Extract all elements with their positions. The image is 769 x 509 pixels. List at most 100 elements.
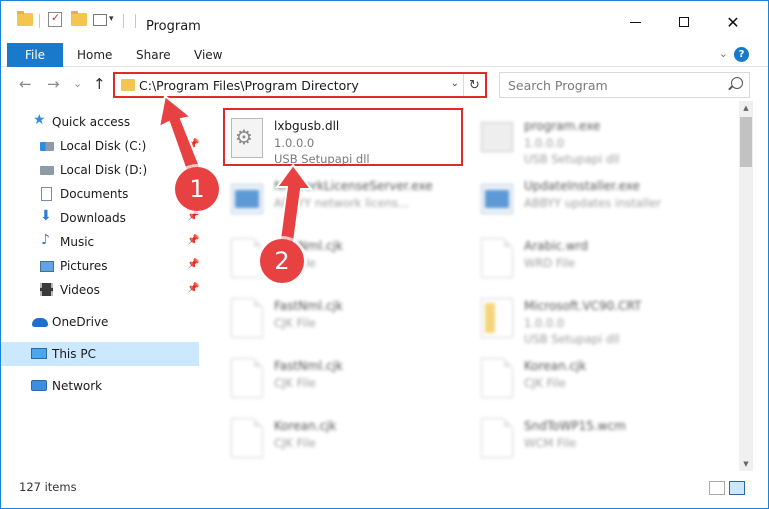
file-tile[interactable]: FastNml.cjk CJK File — [227, 290, 467, 346]
file-tile[interactable]: UpdateInstaller.exe ABBYY updates instal… — [477, 170, 717, 226]
this-pc-icon — [31, 348, 47, 359]
status-bar: 127 items — [1, 473, 768, 508]
sidebar-item-label: Local Disk (D:) — [60, 163, 148, 177]
file-name: SndToWP15.wcm — [524, 419, 626, 433]
recent-locations-button[interactable]: ⌄ — [73, 77, 82, 90]
disk-icon — [40, 142, 54, 151]
sidebar-item-local-disk-d[interactable]: Local Disk (D:) — [1, 158, 199, 182]
file-icon — [231, 418, 263, 458]
ribbon: File Home Share View ⌄ ? — [1, 43, 768, 67]
file-tile[interactable]: Korean.cjk CJK File — [477, 350, 717, 406]
sidebar-item-downloads[interactable]: ⬇ Downloads 📌 — [1, 206, 199, 230]
sidebar-item-music[interactable]: ♪ Music 📌 — [1, 230, 199, 254]
music-icon: ♪ — [41, 232, 50, 248]
sidebar-item-onedrive[interactable]: OneDrive — [1, 310, 199, 334]
file-tile[interactable]: Microsoft.VC90.CRT 1.0.0.0 USB Setupapi … — [477, 290, 717, 346]
pin-icon[interactable]: 📌 — [187, 211, 199, 222]
file-tile[interactable]: Arabic.wrd WRD File — [477, 230, 717, 286]
minimize-button[interactable] — [612, 7, 658, 37]
file-name: UpdateInstaller.exe — [524, 179, 640, 193]
new-folder-icon[interactable] — [71, 11, 87, 26]
sidebar-item-documents[interactable]: Documents 📌 — [1, 182, 199, 206]
back-button[interactable]: ← — [19, 75, 32, 93]
tab-file[interactable]: File — [7, 43, 63, 67]
scroll-up-icon[interactable]: ▲ — [739, 101, 753, 115]
file-type: CJK File — [274, 376, 316, 390]
sidebar-item-videos[interactable]: Videos 📌 — [1, 278, 199, 302]
onedrive-icon — [32, 318, 48, 327]
file-name: FastNml.cjk — [274, 299, 343, 313]
sidebar-item-label: Music — [60, 235, 95, 249]
sidebar-item-network[interactable]: Network — [1, 374, 199, 398]
pin-icon[interactable]: 📌 — [187, 259, 199, 270]
file-type: WCM File — [524, 436, 577, 450]
file-tile[interactable]: Korean.cjk CJK File — [227, 410, 467, 466]
sidebar-item-quick-access[interactable]: ★ Quick access — [1, 110, 199, 134]
close-icon: ✕ — [726, 12, 740, 32]
minimize-icon — [629, 21, 641, 23]
title-bar: ▾ Program ✕ — [1, 1, 768, 41]
file-icon — [231, 238, 263, 278]
search-icon — [731, 77, 743, 89]
sidebar-item-this-pc[interactable]: This PC — [1, 342, 199, 366]
file-tile[interactable]: program.exe 1.0.0.0 USB Setupapi dll — [477, 110, 717, 166]
network-icon — [31, 380, 47, 391]
properties-icon[interactable] — [48, 11, 62, 27]
vertical-scrollbar[interactable]: ▲ ▼ — [739, 101, 753, 471]
tab-view[interactable]: View — [194, 48, 222, 62]
disk-icon — [40, 166, 54, 175]
expand-ribbon-chevron-icon[interactable]: ⌄ — [719, 47, 728, 60]
maximize-icon — [679, 17, 689, 27]
file-icon — [481, 238, 513, 278]
refresh-button[interactable]: ↻ — [463, 74, 485, 96]
file-icon — [481, 418, 513, 458]
forward-button[interactable]: → — [47, 75, 60, 93]
pin-icon[interactable]: 📌 — [187, 235, 199, 246]
scroll-down-icon[interactable]: ▼ — [739, 457, 753, 471]
sidebar-item-label: Local Disk (C:) — [60, 139, 147, 153]
folder-icon — [17, 11, 33, 26]
file-tile[interactable]: NetworkLicenseServer.exe ABBYY network l… — [227, 170, 467, 226]
callout-badge-2: 2 — [260, 239, 304, 283]
file-icon — [481, 358, 513, 398]
navigation-bar: ← → ⌄ ↑ C:\Program Files\Program Directo… — [1, 68, 768, 100]
search-box[interactable]: Search Program — [499, 72, 750, 98]
tiles-view-icon[interactable] — [729, 481, 745, 495]
maximize-button[interactable] — [661, 7, 707, 37]
address-bar[interactable]: C:\Program Files\Program Directory ⌄ ↻ — [113, 72, 487, 98]
scroll-thumb[interactable] — [740, 117, 752, 167]
sidebar-item-label: Pictures — [60, 259, 108, 273]
file-tile[interactable]: FastNml.cjk CJK File — [227, 350, 467, 406]
pin-icon[interactable]: 📌 — [187, 283, 199, 294]
details-view-icon[interactable] — [709, 481, 725, 495]
sidebar-item-pictures[interactable]: Pictures 📌 — [1, 254, 199, 278]
sidebar-item-label: OneDrive — [52, 315, 109, 329]
address-path[interactable]: C:\Program Files\Program Directory — [139, 78, 359, 93]
navigation-pane: ★ Quick access Local Disk (C:) 📌 Local D… — [1, 105, 205, 470]
sidebar-item-label: Documents — [60, 187, 129, 201]
file-name: NetworkLicenseServer.exe — [274, 179, 433, 193]
up-button[interactable]: ↑ — [93, 75, 106, 93]
tab-share[interactable]: Share — [136, 48, 171, 62]
window-title: Program — [146, 19, 201, 34]
sidebar-item-label: Videos — [60, 283, 100, 297]
address-dropdown-icon[interactable]: ⌄ — [451, 78, 459, 89]
file-list: lxbgusb.dll 1.0.0.0 USB Setupapi dll pro… — [209, 101, 737, 471]
file-name: Korean.cjk — [524, 359, 587, 373]
file-explorer-window: ▾ Program ✕ File Home Share View ⌄ ? ← →… — [0, 0, 769, 509]
search-input[interactable]: Search Program — [508, 78, 608, 93]
file-tile[interactable]: SndToWP15.wcm WCM File — [477, 410, 717, 466]
file-name: program.exe — [524, 119, 601, 133]
downloads-icon: ⬇ — [40, 208, 52, 224]
application-icon — [481, 184, 513, 214]
close-button[interactable]: ✕ — [710, 7, 756, 37]
quick-access-toolbar-dropdown-icon[interactable]: ▾ — [109, 14, 114, 24]
file-icon — [231, 358, 263, 398]
view-options-icon[interactable] — [93, 14, 107, 26]
videos-icon — [40, 283, 53, 296]
tab-home[interactable]: Home — [77, 48, 112, 62]
help-icon[interactable]: ? — [734, 47, 749, 62]
pin-icon[interactable]: 📌 — [187, 139, 199, 150]
file-name: Arabic.wrd — [524, 239, 589, 253]
sidebar-item-local-disk-c[interactable]: Local Disk (C:) 📌 — [1, 134, 199, 158]
